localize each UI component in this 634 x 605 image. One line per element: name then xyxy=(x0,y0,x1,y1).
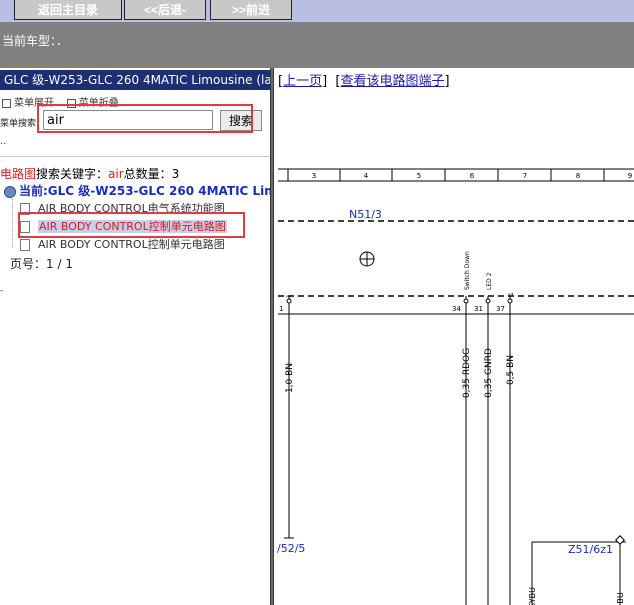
ruler-number: 4 xyxy=(364,172,369,180)
ruler-ticks xyxy=(287,169,605,181)
wire-label: 0,35 GNRD xyxy=(484,348,494,398)
ruler-number: 6 xyxy=(470,172,475,180)
pager-label: 页号： xyxy=(10,257,47,271)
component-label[interactable]: N51/3 xyxy=(349,208,382,221)
ruler-number: 8 xyxy=(576,172,580,180)
tree-connector xyxy=(12,196,14,248)
expand-icon xyxy=(2,98,11,108)
ruler-number: 3 xyxy=(312,172,316,180)
wires xyxy=(284,296,626,605)
document-icon xyxy=(20,239,30,251)
model-title-bar: GLC 级-W253-GLC 260 4MATIC Limousine (lan… xyxy=(0,70,270,90)
home-button[interactable]: 返回主目录 xyxy=(14,0,122,20)
vehicle-bar: 当前车型：． xyxy=(0,22,634,68)
current-vehicle-label: 当前车型：． xyxy=(2,34,69,48)
diagram-links: [上一页] [查看该电路图端子] xyxy=(278,74,450,89)
tree-item-label: AIR BODY CONTROL控制单元电路图 xyxy=(38,238,225,251)
signal-label: 1 xyxy=(508,292,515,296)
small-link[interactable]: - xyxy=(0,286,3,296)
ellipsis-text: .. xyxy=(0,136,7,147)
search-highlight-box xyxy=(37,104,253,133)
search-label: 菜单搜索 xyxy=(0,119,37,129)
diagram-pane: 3 4 5 6 7 8 9 N51/3 Switch Down LED 2 1 … xyxy=(274,68,634,605)
search-result-summary: 电路图搜索关键字：air总数量：3 xyxy=(0,165,179,182)
reference-link-right[interactable]: Z51/6z1 xyxy=(568,543,613,556)
count-label: 总数量： xyxy=(123,167,172,181)
reference-link-left[interactable]: /52/5 xyxy=(277,542,305,555)
signal-label: LED 2 xyxy=(486,272,493,290)
circuit-diagram: 3 4 5 6 7 8 9 N51/3 Switch Down LED 2 1 … xyxy=(277,168,634,605)
bottom-wire-label: GYBU xyxy=(528,587,537,605)
pin-number: 1 xyxy=(279,305,283,313)
wire-label: 1,0 BN xyxy=(285,363,295,393)
wire-label: 0,5 BN xyxy=(506,355,516,385)
ground-symbol xyxy=(359,251,375,267)
result-category: 电路图 xyxy=(0,167,37,181)
ruler-number: 9 xyxy=(628,172,632,180)
signal-label: Switch Down xyxy=(464,251,471,290)
pin-number: 37 xyxy=(496,305,505,313)
result-highlight-box xyxy=(18,212,245,238)
ruler-number: 5 xyxy=(417,172,421,180)
prev-page-link[interactable]: 上一页 xyxy=(283,74,322,89)
pager: 页号：1 / 1 xyxy=(10,255,73,272)
forward-button[interactable]: >>前进 xyxy=(210,0,292,20)
globe-icon xyxy=(4,185,16,198)
current-model-label: 当前:GLC 级-W253-GLC 260 4MATIC Limo xyxy=(19,184,270,198)
keyword-value: air xyxy=(108,167,124,181)
tree-item-control-unit[interactable]: AIR BODY CONTROL控制单元电路图 xyxy=(20,236,225,252)
count-value: 3 xyxy=(171,167,180,181)
wire-label: 0,35 RDOG xyxy=(462,348,472,398)
back-button[interactable]: <<后退- xyxy=(124,0,206,20)
pager-value: 1 / 1 xyxy=(46,257,73,271)
view-terminals-link[interactable]: 查看该电路图端子 xyxy=(341,74,445,89)
top-toolbar: 返回主目录 <<后退- >>前进 xyxy=(0,0,634,22)
pin-number: 34 xyxy=(452,305,461,313)
keyword-label: 搜索关键字： xyxy=(36,167,109,181)
bottom-wire-label: BU xyxy=(616,592,625,603)
pin-number: 31 xyxy=(474,305,483,313)
left-pane: GLC 级-W253-GLC 260 4MATIC Limousine (lan… xyxy=(0,68,270,605)
current-model-node[interactable]: 当前:GLC 级-W253-GLC 260 4MATIC Limo xyxy=(4,182,270,199)
divider xyxy=(0,156,270,157)
ruler-number: 7 xyxy=(523,172,527,180)
